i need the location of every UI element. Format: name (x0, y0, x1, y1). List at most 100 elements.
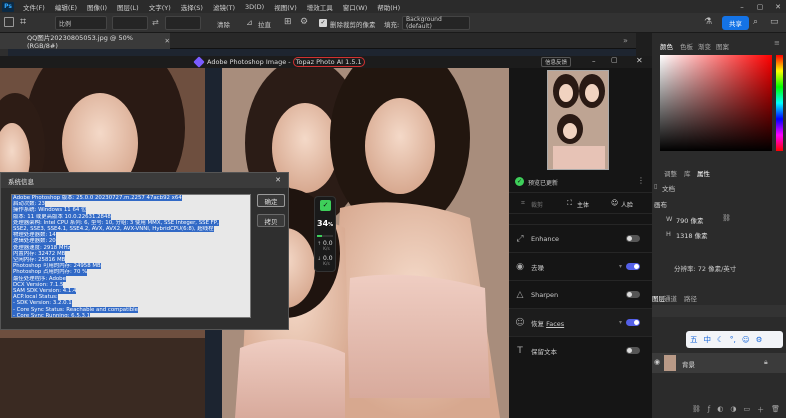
preserve-text-toggle[interactable] (626, 347, 640, 354)
delete-layer-icon[interactable]: 🗑︎ (771, 405, 780, 418)
topaz-logo-icon (193, 56, 205, 68)
delete-cropped-checkbox[interactable]: ✓ (319, 19, 327, 27)
menu-filter[interactable]: 滤镜(T) (208, 2, 240, 12)
clear-button[interactable]: 清除 (217, 19, 230, 29)
tab-subject[interactable]: 主体 (577, 200, 589, 209)
straighten-label[interactable]: 拉直 (258, 19, 271, 29)
crop-tool-icon[interactable]: ⌗ (20, 15, 26, 29)
recover-faces-row[interactable]: ☺ 恢复 Faces ▾ (509, 308, 652, 336)
menu-help[interactable]: 帮助(H) (372, 2, 405, 12)
navigator-thumbnail[interactable] (547, 70, 609, 170)
copy-button[interactable]: 拷贝 (257, 214, 285, 227)
close-tab-icon[interactable]: ✕ (165, 37, 170, 45)
layer-row[interactable]: ◉ 背景 🔒︎ (652, 353, 786, 373)
tab-adjustments[interactable]: 调整 (664, 168, 677, 178)
width-value[interactable]: 790 像素 (676, 215, 703, 225)
sharpen-row[interactable]: △ Sharpen (509, 280, 652, 308)
layer-filter-bar[interactable] (652, 305, 786, 317)
ime-toolbar[interactable]: 五 中 ☾ °, ☺ ⚙ (686, 331, 783, 348)
faces-expand-icon[interactable]: ▾ (619, 319, 622, 326)
face-icon[interactable]: ☺ (611, 199, 618, 207)
link-layers-icon[interactable]: ⛓ (692, 405, 701, 418)
new-layer-icon[interactable]: ＋ (757, 405, 764, 418)
tab-paths[interactable]: 路径 (684, 293, 697, 303)
topaz-close-icon[interactable]: ✕ (636, 56, 643, 65)
tab-libraries[interactable]: 库 (684, 168, 691, 178)
ime-emoji-icon[interactable]: ☺ (742, 335, 750, 344)
workspace-icon[interactable]: ▭ (770, 17, 779, 27)
minimize-icon[interactable]: – (734, 0, 750, 13)
menu-window[interactable]: 窗口(W) (338, 2, 373, 12)
topaz-maximize-icon[interactable]: ▢ (611, 56, 618, 64)
menu-view[interactable]: 视图(V) (269, 2, 302, 12)
mask-icon[interactable]: ◐ (717, 405, 723, 418)
home-icon[interactable] (4, 17, 14, 27)
sharpen-toggle[interactable] (626, 291, 640, 298)
topaz-minimize-icon[interactable]: – (592, 57, 596, 65)
denoise-row[interactable]: ◉ 去噪 ▾ (509, 252, 652, 280)
height-label: H (666, 230, 671, 238)
straighten-icon[interactable]: ⊿ (246, 18, 253, 27)
swap-icon[interactable]: ⇄ (152, 18, 159, 27)
menu-type[interactable]: 文字(Y) (144, 2, 176, 12)
denoise-expand-icon[interactable]: ▾ (619, 263, 622, 270)
height-input[interactable] (165, 16, 201, 30)
download-unit: K/s (323, 262, 330, 267)
subject-icon[interactable]: ⛶ (567, 199, 572, 208)
system-info-line: - SDK Version: 3.2.0.1 (12, 300, 72, 307)
share-button[interactable]: 共享 (722, 16, 749, 30)
grid-overlay-icon[interactable]: ⊞ (284, 17, 292, 27)
crop-mode-icon[interactable]: ⌗ (521, 199, 525, 208)
status-check-icon: ✓ (515, 177, 524, 186)
more-options-icon[interactable]: ⋮ (637, 176, 645, 185)
menu-3d[interactable]: 3D(D) (240, 3, 269, 11)
ok-button[interactable]: 确定 (257, 194, 285, 207)
adjustment-layer-icon[interactable]: ◑ (730, 405, 736, 418)
denoise-toggle[interactable] (626, 263, 640, 270)
menu-file[interactable]: 文件(F) (18, 2, 50, 12)
enhance-toggle[interactable] (626, 235, 640, 242)
link-dimensions-icon[interactable]: ⛓ (722, 214, 731, 222)
panel-menu-icon[interactable]: ≡ (774, 39, 780, 47)
menu-image[interactable]: 图像(I) (82, 2, 112, 12)
flask-icon[interactable]: ⚗ (704, 17, 712, 27)
settings-gear-icon[interactable]: ⚙ (300, 17, 308, 27)
tab-channels[interactable]: 通道 (664, 293, 677, 303)
fx-icon[interactable]: ƒ (708, 405, 710, 418)
dialog-close-icon[interactable]: ✕ (275, 176, 281, 184)
tab-color[interactable]: 颜色 (660, 41, 673, 51)
system-info-text[interactable]: Adobe Photoshop 版本: 25.0.0 20230727.m.22… (11, 194, 251, 318)
faces-toggle[interactable] (626, 319, 640, 326)
menu-plugins[interactable]: 增效工具 (302, 2, 338, 12)
width-input[interactable] (112, 16, 148, 30)
tab-patterns[interactable]: 图案 (716, 41, 729, 51)
color-field[interactable] (660, 55, 772, 151)
ime-chinese[interactable]: 中 (704, 334, 712, 345)
ime-wubi[interactable]: 五 (690, 334, 698, 345)
feedback-button[interactable]: 信息反馈 (541, 57, 571, 67)
menu-edit[interactable]: 编辑(E) (50, 2, 82, 12)
menu-layer[interactable]: 图层(L) (112, 2, 144, 12)
height-value[interactable]: 1318 像素 (676, 230, 708, 240)
enhance-row[interactable]: ⤢ Enhance (509, 224, 652, 252)
ratio-select[interactable]: 比例 (55, 16, 107, 30)
collapse-panels-icon[interactable]: » (623, 36, 628, 45)
close-window-icon[interactable]: ✕ (770, 0, 786, 13)
menu-select[interactable]: 选择(S) (176, 2, 208, 12)
ime-punct-icon[interactable]: °, (730, 335, 736, 344)
tab-face[interactable]: 人脸 (621, 200, 633, 209)
ime-moon-icon[interactable]: ☾ (717, 335, 724, 344)
fill-select[interactable]: Background (default) (402, 16, 470, 30)
tab-properties[interactable]: 属性 (697, 168, 710, 178)
ime-settings-icon[interactable]: ⚙ (756, 335, 763, 344)
tab-swatches[interactable]: 色板 (680, 41, 693, 51)
preserve-text-row[interactable]: T 保留文本 (509, 336, 652, 364)
group-folder-icon[interactable]: ▭ (743, 405, 750, 418)
document-tab[interactable]: QQ图片20230805053.jpg @ 50%(RGB/8#) ✕ (0, 33, 170, 50)
tab-crop[interactable]: 裁剪 (531, 200, 543, 209)
maximize-icon[interactable]: ▢ (752, 0, 768, 13)
tab-gradients[interactable]: 渐变 (698, 41, 711, 51)
visibility-eye-icon[interactable]: ◉ (654, 358, 660, 366)
hue-slider[interactable] (776, 55, 783, 151)
search-icon[interactable]: ⌕ (753, 17, 758, 27)
